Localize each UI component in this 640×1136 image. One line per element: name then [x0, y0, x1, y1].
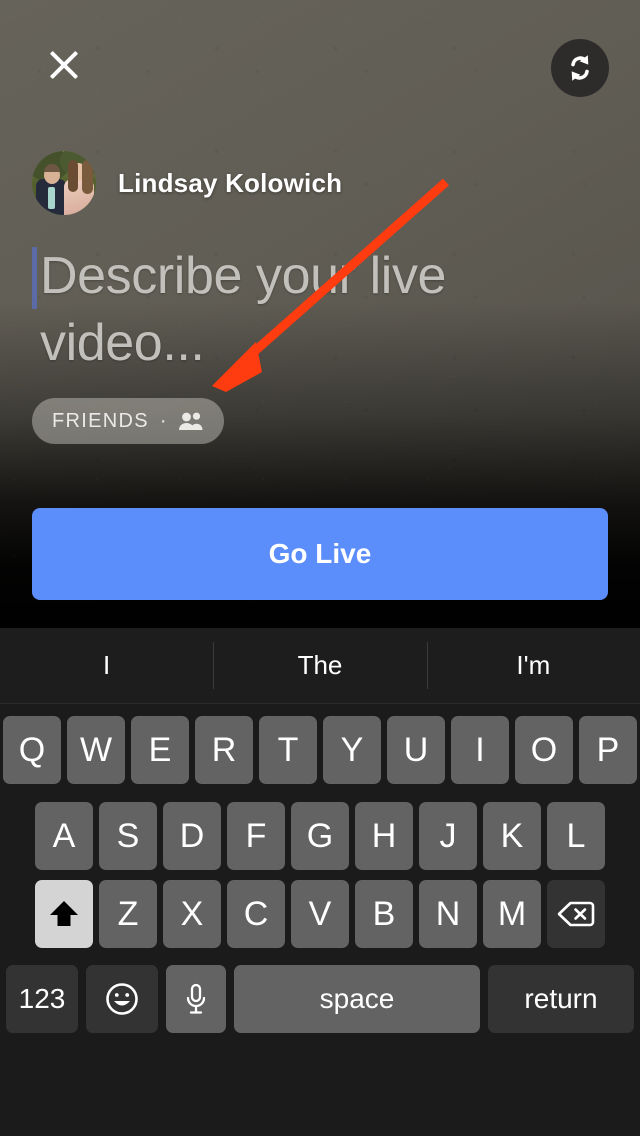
key-s[interactable]: S — [99, 802, 157, 870]
key-j[interactable]: J — [419, 802, 477, 870]
go-live-button[interactable]: Go Live — [32, 508, 608, 600]
key-t[interactable]: T — [259, 716, 317, 784]
key-x[interactable]: X — [163, 880, 221, 948]
emoji-key[interactable] — [86, 965, 158, 1033]
key-o[interactable]: O — [515, 716, 573, 784]
description-input[interactable]: Describe your live video... — [32, 243, 532, 377]
key-q[interactable]: Q — [3, 716, 61, 784]
keyboard-row-4: 123 space return — [0, 938, 640, 1033]
key-f[interactable]: F — [227, 802, 285, 870]
key-a[interactable]: A — [35, 802, 93, 870]
key-l[interactable]: L — [547, 802, 605, 870]
key-m[interactable]: M — [483, 880, 541, 948]
shift-key[interactable] — [35, 880, 93, 948]
camera-flip-button[interactable] — [551, 39, 609, 97]
shift-arrow-icon — [50, 901, 78, 926]
ios-keyboard: I The I'm Q W E R T Y U I O P A S D F G … — [0, 628, 640, 1136]
key-g[interactable]: G — [291, 802, 349, 870]
privacy-separator: · — [159, 410, 167, 432]
key-i[interactable]: I — [451, 716, 509, 784]
return-key[interactable]: return — [488, 965, 634, 1033]
privacy-label: FRIENDS — [52, 409, 149, 432]
numbers-key[interactable]: 123 — [6, 965, 78, 1033]
author-row: Lindsay Kolowich — [32, 151, 342, 215]
privacy-selector[interactable]: FRIENDS · — [32, 398, 224, 444]
keyboard-row-3: Z X C V B N M — [0, 860, 640, 948]
key-c[interactable]: C — [227, 880, 285, 948]
description-placeholder: Describe your live video... — [40, 247, 447, 372]
phone-screen: Lindsay Kolowich Describe your live vide… — [0, 0, 640, 1136]
key-b[interactable]: B — [355, 880, 413, 948]
prediction-item-1[interactable]: The — [213, 628, 426, 703]
microphone-icon — [186, 983, 206, 1014]
emoji-smiley-icon — [106, 983, 138, 1015]
key-k[interactable]: K — [483, 802, 541, 870]
key-v[interactable]: V — [291, 880, 349, 948]
close-icon[interactable] — [40, 41, 88, 89]
prediction-item-0[interactable]: I — [0, 628, 213, 703]
author-name: Lindsay Kolowich — [118, 167, 343, 198]
friends-people-icon — [178, 412, 203, 430]
text-cursor — [32, 247, 37, 309]
key-h[interactable]: H — [355, 802, 413, 870]
space-key[interactable]: space — [234, 965, 480, 1033]
predictive-text-bar: I The I'm — [0, 628, 640, 704]
key-e[interactable]: E — [131, 716, 189, 784]
key-p[interactable]: P — [579, 716, 637, 784]
delete-key[interactable] — [547, 880, 605, 948]
microphone-key[interactable] — [166, 965, 226, 1033]
keyboard-row-2: A S D F G H J K L — [0, 782, 640, 870]
camera-preview: Lindsay Kolowich Describe your live vide… — [0, 0, 640, 628]
key-w[interactable]: W — [67, 716, 125, 784]
key-n[interactable]: N — [419, 880, 477, 948]
avatar — [32, 151, 96, 215]
prediction-item-2[interactable]: I'm — [426, 628, 640, 703]
keyboard-row-1: Q W E R T Y U I O P — [0, 704, 640, 784]
key-y[interactable]: Y — [323, 716, 381, 784]
key-r[interactable]: R — [195, 716, 253, 784]
key-u[interactable]: U — [387, 716, 445, 784]
backspace-delete-icon — [557, 901, 595, 927]
key-d[interactable]: D — [163, 802, 221, 870]
camera-flip-icon — [571, 55, 589, 81]
key-z[interactable]: Z — [99, 880, 157, 948]
